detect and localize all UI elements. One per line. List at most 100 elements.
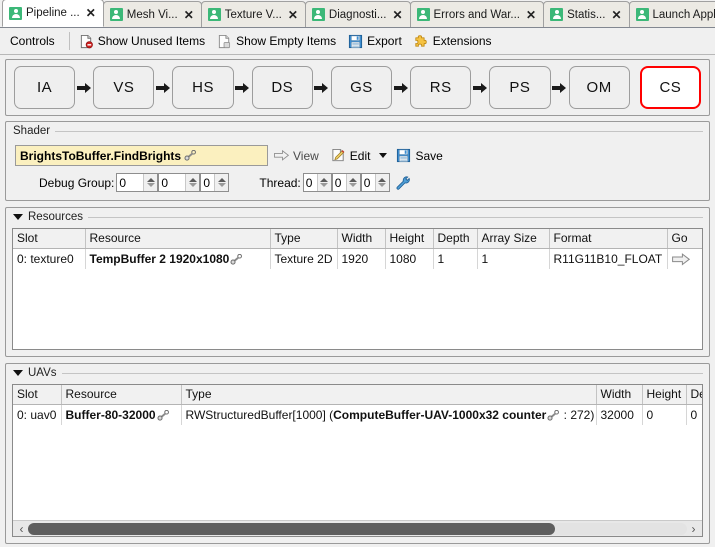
thread-x-input[interactable] (303, 174, 317, 191)
save-shader-button[interactable]: Save (390, 148, 448, 163)
tab-launch-application[interactable]: Launch Appli... ✕ (628, 1, 715, 27)
thread-z-stepper[interactable] (360, 173, 390, 192)
tab-label: Launch Appli... (652, 8, 715, 21)
debug-wrench-icon[interactable] (395, 175, 410, 190)
resource-link-icon[interactable] (230, 253, 243, 265)
pipeline-stage-gs[interactable]: GS (330, 66, 393, 109)
table-row[interactable]: 0: uav0 Buffer-80-32000 RWStructuredBuff… (13, 404, 702, 425)
pipeline-stage-hs[interactable]: HS (172, 66, 234, 109)
pipeline-stage-rs[interactable]: RS (410, 66, 472, 109)
thread-y-spin-buttons[interactable] (345, 174, 360, 191)
col-depth[interactable]: Depth (433, 229, 478, 249)
col-format[interactable]: Format (549, 229, 668, 249)
resource-link-icon[interactable] (547, 409, 560, 421)
debug-group-y-spin-buttons[interactable] (185, 174, 200, 191)
cell-type: Texture 2D (270, 248, 338, 269)
debug-group-y-stepper[interactable] (158, 173, 201, 192)
thread-x-stepper[interactable] (302, 173, 332, 192)
renderdoc-tab-icon (416, 8, 430, 21)
tab-pipeline-state[interactable]: Pipeline ... ✕ (2, 0, 104, 27)
cell-height: 0 (642, 404, 687, 425)
tab-close-icon[interactable]: ✕ (86, 7, 96, 19)
thread-z-spin-buttons[interactable] (374, 174, 389, 191)
group-divider (61, 372, 703, 374)
pipeline-stage-vs[interactable]: VS (93, 66, 155, 109)
col-slot[interactable]: Slot (13, 385, 62, 405)
tab-mesh-viewer[interactable]: Mesh Vi... ✕ (102, 1, 202, 27)
tab-close-icon[interactable]: ✕ (288, 9, 298, 21)
group-divider (55, 130, 703, 132)
flow-arrow-icon (551, 82, 569, 94)
col-resource[interactable]: Resource (61, 385, 182, 405)
collapse-triangle-icon[interactable] (13, 370, 23, 376)
flow-arrow-icon (313, 82, 331, 94)
extensions-button[interactable]: Extensions (411, 32, 499, 51)
tab-texture-viewer[interactable]: Texture V... ✕ (200, 1, 306, 27)
cell-slot: 0: texture0 (13, 248, 86, 269)
pipeline-stage-ps[interactable]: PS (489, 66, 551, 109)
scroll-left-icon[interactable]: ‹ (15, 522, 28, 536)
debug-group-x-stepper[interactable] (116, 173, 159, 192)
go-arrow-icon[interactable] (671, 252, 690, 266)
debug-group-x-input[interactable] (117, 174, 144, 191)
resources-group-header: Resources (6, 208, 709, 226)
cell-go[interactable] (667, 248, 702, 269)
tab-close-icon[interactable]: ✕ (526, 9, 536, 21)
uavs-group-title: UAVs (28, 367, 57, 379)
col-type[interactable]: Type (181, 385, 597, 405)
scrollbar-thumb[interactable] (28, 522, 556, 535)
resource-link-icon[interactable] (157, 409, 170, 421)
resources-table: Slot Resource Type Width Height Depth Ar… (13, 229, 702, 269)
tab-errors-and-warnings[interactable]: Errors and War... ✕ (409, 1, 545, 27)
debug-group-y-input[interactable] (159, 174, 186, 191)
col-slot[interactable]: Slot (13, 229, 86, 249)
uavs-group: UAVs Slot Resource Type Width Height Dep… (5, 363, 710, 544)
pipeline-stage-cs[interactable]: CS (639, 66, 701, 109)
col-width[interactable]: Width (337, 229, 386, 249)
col-resource[interactable]: Resource (85, 229, 271, 249)
cell-height: 1080 (385, 248, 434, 269)
show-empty-items-button[interactable]: Show Empty Items (214, 32, 343, 51)
edit-dropdown-chevron-down-icon[interactable] (379, 153, 388, 158)
table-row[interactable]: 0: texture0 TempBuffer 2 1920x1080 Textu… (13, 248, 702, 269)
view-shader-button[interactable]: View (268, 148, 325, 163)
thread-z-input[interactable] (361, 174, 375, 191)
col-type[interactable]: Type (270, 229, 338, 249)
flow-arrow-icon (75, 82, 93, 94)
pipeline-stage-ia[interactable]: IA (14, 66, 76, 109)
tab-close-icon[interactable]: ✕ (611, 9, 621, 21)
debug-group-z-input[interactable] (201, 174, 215, 191)
col-array-size[interactable]: Array Size (477, 229, 550, 249)
collapse-triangle-icon[interactable] (13, 214, 23, 220)
shader-name-field[interactable]: BrightsToBuffer.FindBrights (15, 145, 268, 166)
uavs-horizontal-scrollbar[interactable]: ‹ › (13, 520, 702, 536)
col-width[interactable]: Width (596, 385, 643, 405)
col-height[interactable]: Height (385, 229, 434, 249)
cell-depth: 1 (433, 248, 478, 269)
cell-slot: 0: uav0 (13, 404, 62, 425)
edit-shader-button[interactable]: Edit (325, 148, 377, 163)
pipeline-stage-om[interactable]: OM (568, 66, 630, 109)
tab-diagnostics[interactable]: Diagnosti... ✕ (304, 1, 411, 27)
col-go[interactable]: Go (667, 229, 702, 249)
scrollbar-track[interactable] (28, 522, 687, 535)
resources-table-container: Slot Resource Type Width Height Depth Ar… (12, 228, 703, 350)
thread-y-input[interactable] (332, 174, 346, 191)
debug-group-z-stepper[interactable] (200, 173, 230, 192)
renderdoc-tab-icon (207, 8, 221, 21)
tab-close-icon[interactable]: ✕ (184, 9, 194, 21)
tab-statistics[interactable]: Statis... ✕ (543, 1, 630, 27)
show-unused-items-button[interactable]: Show Unused Items (76, 32, 212, 51)
thread-x-spin-buttons[interactable] (316, 174, 331, 191)
save-disk-icon (349, 34, 363, 48)
pipeline-stage-ds[interactable]: DS (251, 66, 313, 109)
col-height[interactable]: Height (642, 385, 687, 405)
export-button[interactable]: Export (345, 32, 409, 51)
scroll-right-icon[interactable]: › (687, 522, 700, 536)
renderdoc-tab-icon (635, 8, 649, 21)
debug-group-z-spin-buttons[interactable] (214, 174, 229, 191)
debug-group-x-spin-buttons[interactable] (143, 174, 158, 191)
thread-y-stepper[interactable] (331, 173, 361, 192)
tab-close-icon[interactable]: ✕ (392, 9, 402, 21)
col-depth[interactable]: Dept (686, 385, 702, 405)
